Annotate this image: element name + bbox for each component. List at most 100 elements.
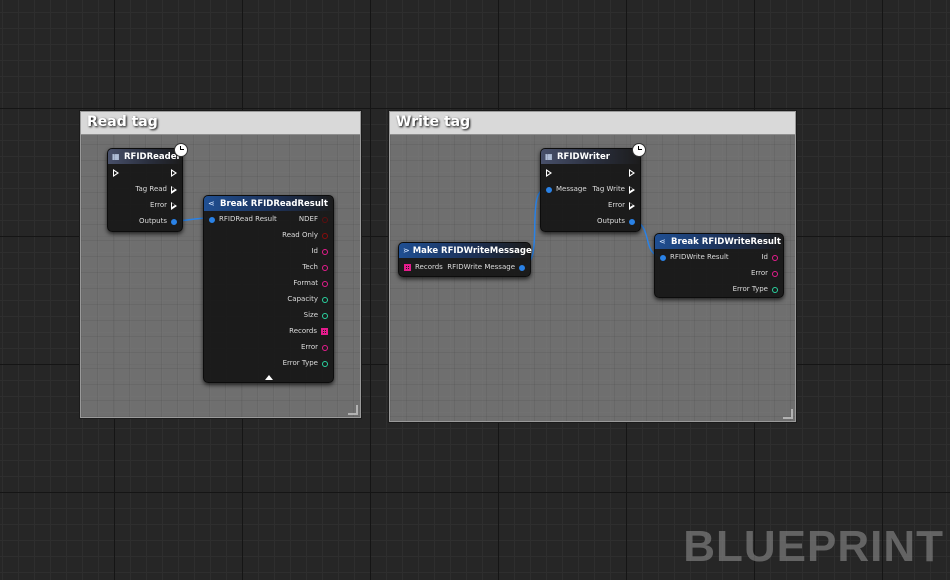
latent-clock-icon: [174, 143, 188, 157]
exec-pin-icon: [171, 201, 177, 210]
pin-id[interactable]: Id: [311, 247, 328, 256]
string-pin-icon: [772, 254, 778, 261]
pin-records[interactable]: Records: [289, 327, 328, 336]
node-title: RFIDWriter: [557, 151, 610, 162]
break-struct-icon: ⋖: [659, 236, 666, 246]
pin-label: Error: [300, 343, 318, 351]
collapse-arrow-icon[interactable]: [264, 375, 273, 380]
pin-label: Format: [293, 279, 318, 287]
pin-error[interactable]: Error: [150, 201, 177, 210]
pin-label: Tag Write: [592, 185, 625, 193]
pin-label: Error: [149, 201, 167, 209]
pin-rfid-read-result[interactable]: RFIDRead Result: [209, 215, 277, 224]
exec-in-pin[interactable]: [546, 169, 552, 177]
pin-label: Id: [311, 247, 318, 255]
exec-pin-icon: [113, 169, 119, 177]
object-pin-icon: [322, 216, 328, 223]
comment-header[interactable]: Read tag: [81, 112, 360, 135]
struct-pin-icon: [519, 264, 525, 271]
string-pin-icon: [322, 248, 328, 255]
pin-format[interactable]: Format: [293, 279, 328, 288]
pin-read-only[interactable]: Read Only: [282, 231, 328, 240]
array-pin-icon: [404, 264, 411, 271]
array-pin-icon: [321, 328, 328, 335]
node-header[interactable]: ⋗ Make RFIDWriteMessage: [399, 243, 532, 258]
pin-id[interactable]: Id: [761, 253, 778, 262]
struct-pin-icon: [629, 218, 635, 225]
pin-error-type[interactable]: Error Type: [733, 285, 778, 294]
pin-label: RFIDRead Result: [219, 215, 277, 223]
pin-label: Outputs: [597, 217, 625, 225]
latent-clock-icon: [632, 143, 646, 157]
pin-label: Tag Read: [135, 185, 167, 193]
node-make-write-message[interactable]: ⋗ Make RFIDWriteMessage Records RFIDWrit…: [398, 242, 532, 277]
pin-error[interactable]: Error: [608, 201, 635, 210]
node-header[interactable]: ⋖ Break RFIDWriteResult: [655, 234, 783, 249]
node-rfid-reader[interactable]: ▦ RFIDReader Tag Read Error Outputs: [107, 143, 188, 232]
exec-pin-icon: [171, 185, 177, 194]
exec-pin-icon: [171, 169, 177, 177]
pin-rfid-write-result[interactable]: RFIDWrite Result: [660, 253, 729, 262]
node-title: RFIDReader: [124, 151, 181, 162]
break-struct-icon: ⋖: [208, 198, 215, 208]
exec-in-pin[interactable]: [113, 169, 119, 177]
pin-label: Error Type: [732, 285, 768, 293]
comment-header[interactable]: Write tag: [390, 112, 795, 135]
bool-pin-icon: [322, 232, 328, 239]
struct-pin-icon: [660, 254, 666, 261]
pin-outputs[interactable]: Outputs: [139, 217, 177, 226]
enum-pin-icon: [322, 360, 328, 367]
pin-message[interactable]: Message: [546, 185, 587, 194]
pin-tag-write[interactable]: Tag Write: [592, 185, 635, 194]
pin-tech[interactable]: Tech: [302, 263, 328, 272]
string-pin-icon: [322, 280, 328, 287]
pin-error[interactable]: Error: [751, 269, 778, 278]
node-header[interactable]: ▦ RFIDReader: [108, 149, 182, 164]
string-pin-icon: [322, 264, 328, 271]
exec-pin-icon: [546, 169, 552, 177]
int-pin-icon: [322, 312, 328, 319]
function-icon: ▦: [545, 151, 553, 161]
blueprint-watermark: BLUEPRINT: [683, 522, 944, 571]
exec-out-pin[interactable]: [171, 169, 177, 177]
int-pin-icon: [322, 296, 328, 303]
resize-handle[interactable]: [348, 405, 358, 415]
pin-label: Error Type: [282, 359, 318, 367]
pin-label: Outputs: [139, 217, 167, 225]
pin-label: RFIDWrite Result: [670, 253, 729, 261]
pin-label: RFIDWrite Message: [447, 263, 515, 271]
node-break-write-result[interactable]: ⋖ Break RFIDWriteResult RFIDWrite Result…: [654, 233, 784, 298]
exec-out-pin[interactable]: [629, 169, 635, 177]
struct-pin-icon: [171, 218, 177, 225]
function-icon: ▦: [112, 151, 120, 161]
pin-error-type[interactable]: Error Type: [283, 359, 328, 368]
pin-ndef[interactable]: NDEF: [299, 215, 328, 224]
pin-outputs[interactable]: Outputs: [597, 217, 635, 226]
pin-label: Records: [415, 263, 443, 271]
resize-handle[interactable]: [783, 409, 793, 419]
make-struct-icon: ⋗: [403, 245, 410, 255]
enum-pin-icon: [772, 286, 778, 293]
pin-size[interactable]: Size: [304, 311, 328, 320]
pin-label: Message: [556, 185, 587, 193]
exec-pin-icon: [629, 169, 635, 177]
string-pin-icon: [322, 344, 328, 351]
comment-title: Read tag: [87, 114, 158, 130]
pin-label: Tech: [302, 263, 318, 271]
node-header[interactable]: ▦ RFIDWriter: [541, 149, 640, 164]
pin-tag-read[interactable]: Tag Read: [135, 185, 177, 194]
struct-pin-icon: [546, 186, 552, 193]
pin-capacity[interactable]: Capacity: [287, 295, 328, 304]
pin-error[interactable]: Error: [301, 343, 328, 352]
node-break-read-result[interactable]: ⋖ Break RFIDReadResult RFIDRead Result N…: [203, 195, 334, 383]
pin-records[interactable]: Records: [404, 263, 443, 272]
pin-rfid-write-message[interactable]: RFIDWrite Message: [447, 263, 525, 272]
node-title: Make RFIDWriteMessage: [412, 245, 532, 256]
pin-label: Capacity: [287, 295, 318, 303]
string-pin-icon: [772, 270, 778, 277]
node-title: Break RFIDWriteResult: [671, 236, 781, 247]
node-rfid-writer[interactable]: ▦ RFIDWriter Message Tag Write Error Out…: [540, 143, 646, 232]
pin-label: Id: [761, 253, 768, 261]
pin-label: Records: [289, 327, 317, 335]
node-header[interactable]: ⋖ Break RFIDReadResult: [204, 196, 333, 211]
